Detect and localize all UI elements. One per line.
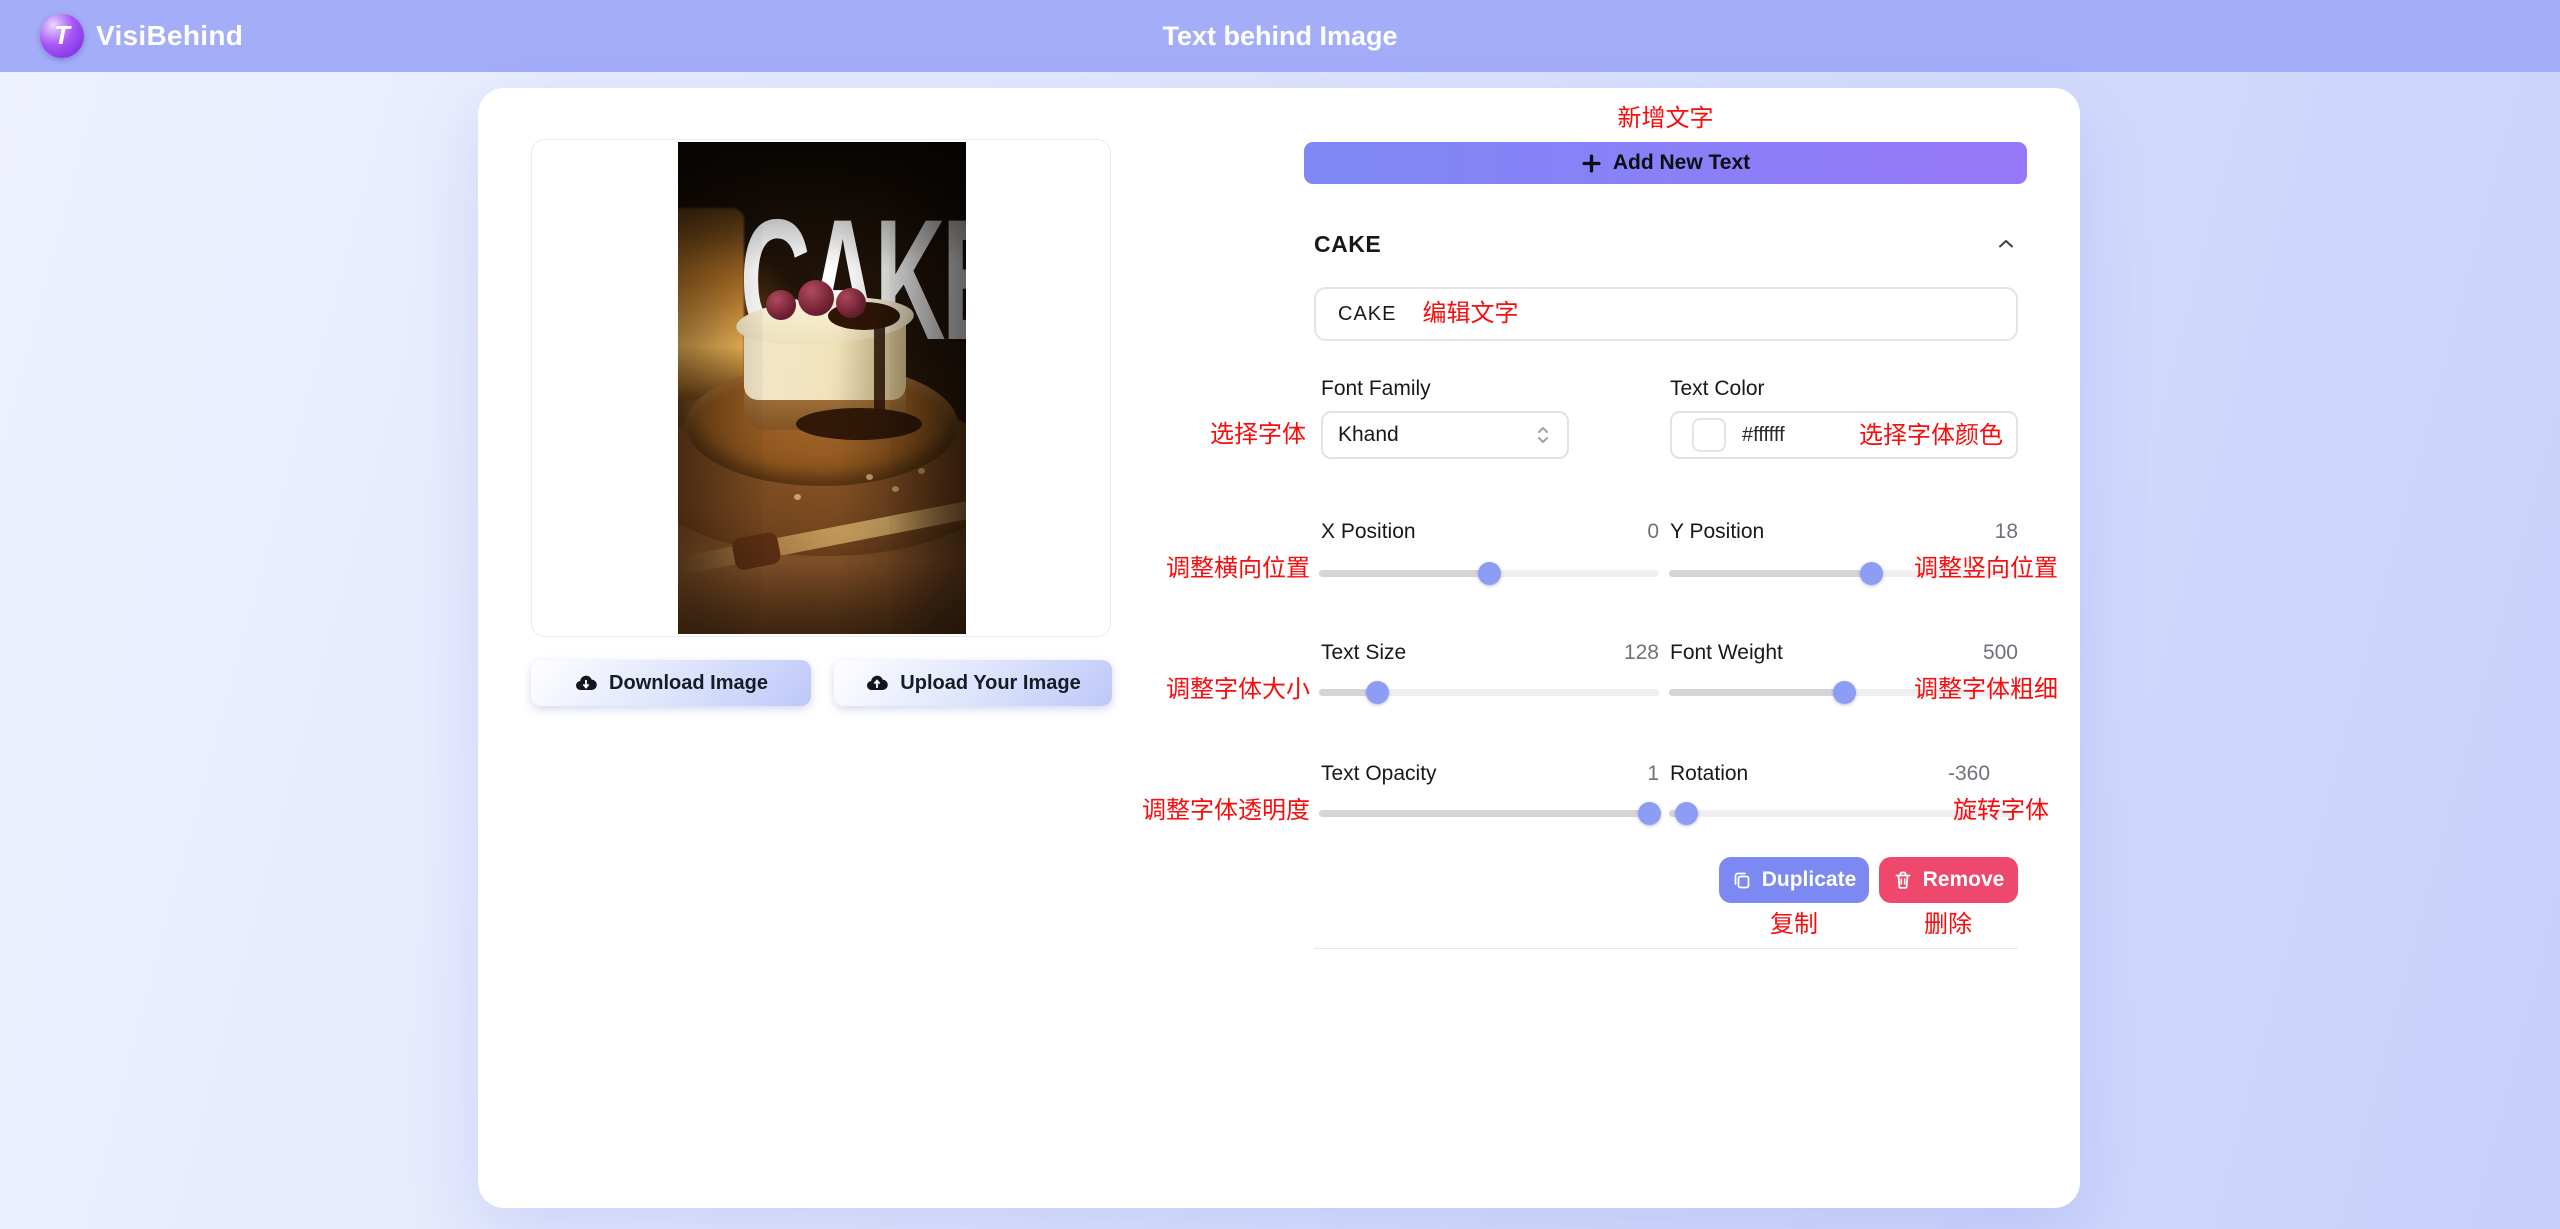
- image-preview-frame: CAKE: [531, 139, 1111, 637]
- text-opacity-label: Text Opacity: [1321, 762, 1437, 786]
- main-card: CAKE Downlo: [478, 88, 2080, 1208]
- slider-thumb[interactable]: [1638, 802, 1661, 825]
- annotation-select-color: 选择字体颜色: [1859, 421, 2003, 451]
- annotation-adjust-x: 调整横向位置: [1166, 554, 1310, 584]
- y-position-label: Y Position: [1670, 520, 1764, 544]
- slider-fill: [1319, 570, 1489, 577]
- text-size-slider[interactable]: [1319, 681, 1659, 704]
- text-content-value: CAKE: [1338, 303, 1396, 326]
- text-opacity-slider[interactable]: [1319, 802, 1659, 825]
- slider-thumb[interactable]: [1366, 681, 1389, 704]
- upload-image-label: Upload Your Image: [900, 672, 1080, 695]
- remove-label: Remove: [1923, 868, 2005, 892]
- chevron-up-icon[interactable]: [1994, 232, 2018, 256]
- text-opacity-value: 1: [1519, 762, 1659, 786]
- annotation-adjust-y: 调整竖向位置: [1914, 554, 2058, 584]
- annotation-adjust-opacity: 调整字体透明度: [1142, 796, 1310, 826]
- annotation-add-text: 新增文字: [1304, 104, 2027, 134]
- font-family-value: Khand: [1338, 423, 1399, 447]
- slider-thumb[interactable]: [1675, 802, 1698, 825]
- app-header: T VisiBehind Text behind Image: [0, 0, 2560, 72]
- annotation-edit-text: 编辑文字: [1422, 299, 1518, 329]
- page-title: Text behind Image: [0, 21, 2560, 52]
- annotation-duplicate: 复制: [1770, 910, 1818, 940]
- rotation-value: -360: [1948, 762, 1992, 786]
- slider-thumb[interactable]: [1833, 681, 1856, 704]
- color-hex-value: #ffffff: [1742, 424, 1785, 447]
- text-layer-title: CAKE: [1314, 231, 1381, 258]
- photo-crumb: [918, 468, 925, 474]
- rotation-label: Rotation: [1670, 762, 1748, 786]
- upload-image-button[interactable]: Upload Your Image: [834, 660, 1112, 706]
- annotation-select-font: 选择字体: [1210, 420, 1306, 450]
- slider-fill: [1319, 810, 1649, 817]
- x-position-slider[interactable]: [1319, 562, 1659, 585]
- download-image-label: Download Image: [609, 672, 768, 695]
- slider-thumb[interactable]: [1860, 562, 1883, 585]
- add-new-text-label: Add New Text: [1613, 151, 1750, 175]
- text-color-input[interactable]: #ffffff 选择字体颜色: [1670, 411, 2018, 459]
- font-family-label: Font Family: [1321, 377, 1431, 401]
- copy-icon: [1732, 870, 1752, 890]
- font-weight-value: 500: [1878, 641, 2018, 665]
- trash-icon: [1893, 870, 1913, 890]
- slider-thumb[interactable]: [1478, 562, 1501, 585]
- annotation-adjust-weight: 调整字体粗细: [1914, 675, 2058, 705]
- text-content-input[interactable]: CAKE 编辑文字: [1314, 287, 2018, 341]
- font-family-select[interactable]: Khand: [1321, 411, 1569, 459]
- duplicate-button[interactable]: Duplicate: [1719, 857, 1869, 903]
- photo-raspberry: [836, 288, 866, 318]
- cloud-download-icon: [574, 671, 598, 695]
- photo-crumb: [866, 474, 873, 480]
- download-image-button[interactable]: Download Image: [531, 660, 811, 706]
- remove-button[interactable]: Remove: [1879, 857, 2018, 903]
- photo-glass: [678, 208, 744, 400]
- panel-divider: [1314, 948, 2018, 949]
- cloud-upload-icon: [865, 671, 889, 695]
- photo-crumb: [794, 494, 801, 500]
- color-swatch[interactable]: [1692, 418, 1726, 452]
- photo-raspberry: [798, 280, 834, 316]
- text-size-label: Text Size: [1321, 641, 1406, 665]
- plus-icon: [1581, 153, 1602, 174]
- add-new-text-button[interactable]: Add New Text: [1304, 142, 2027, 184]
- photo-chocolate-drip: [874, 318, 885, 418]
- text-layer-section-header[interactable]: CAKE: [1314, 224, 2018, 264]
- select-chevrons-icon: [1535, 424, 1551, 446]
- duplicate-label: Duplicate: [1762, 868, 1857, 892]
- photo-chocolate-pool: [796, 408, 922, 440]
- slider-fill: [1669, 689, 1844, 696]
- x-position-label: X Position: [1321, 520, 1416, 544]
- photo-raspberry: [766, 290, 796, 320]
- annotation-rotate: 旋转字体: [1953, 796, 2049, 826]
- text-size-value: 128: [1519, 641, 1659, 665]
- preview-image: CAKE: [678, 142, 966, 634]
- x-position-value: 0: [1519, 520, 1659, 544]
- annotation-adjust-size: 调整字体大小: [1166, 675, 1310, 705]
- annotation-remove: 删除: [1924, 910, 1972, 940]
- photo-crumb: [892, 486, 899, 492]
- text-color-label: Text Color: [1670, 377, 1765, 401]
- slider-fill: [1669, 570, 1871, 577]
- y-position-value: 18: [1878, 520, 2018, 544]
- font-weight-label: Font Weight: [1670, 641, 1783, 665]
